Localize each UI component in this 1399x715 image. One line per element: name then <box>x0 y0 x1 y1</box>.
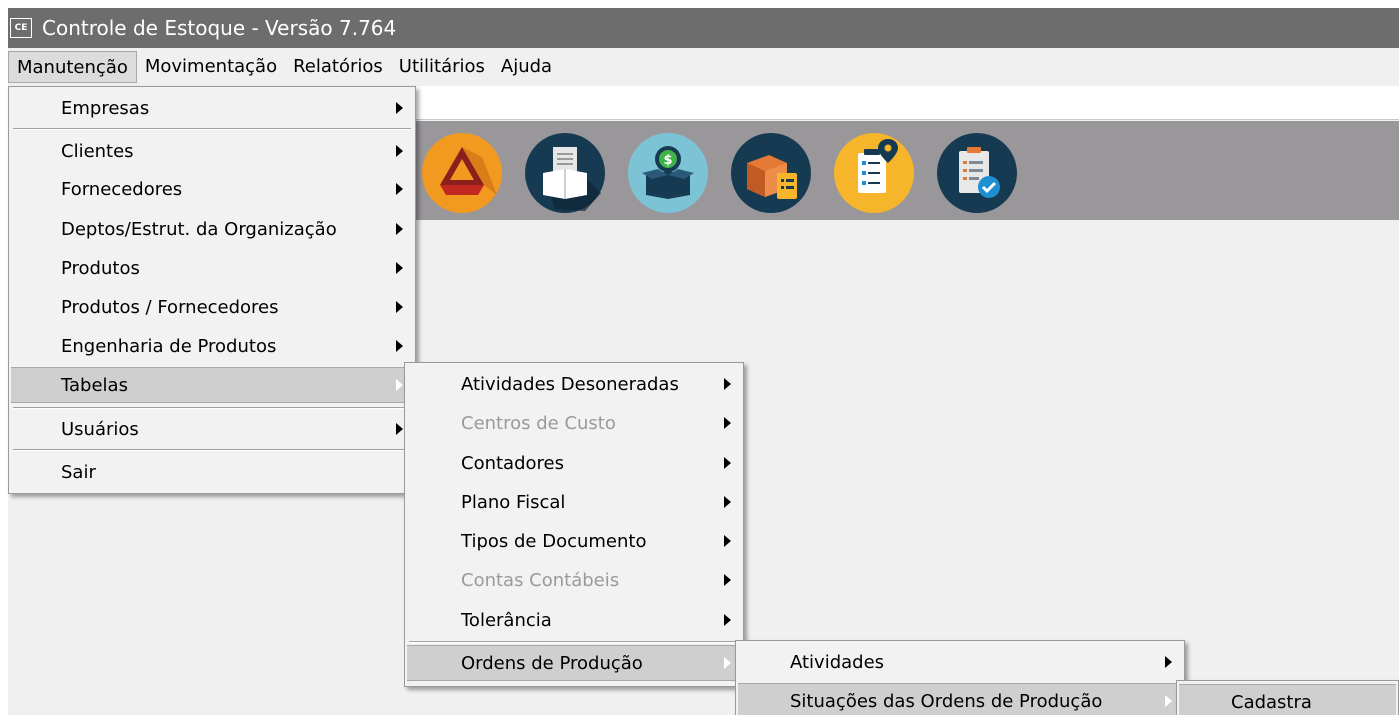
menu-item-tolerancia[interactable]: Tolerância <box>407 602 741 638</box>
menu-item-contas-contabeis[interactable]: Contas Contábeis <box>407 562 741 598</box>
checklist-ok-icon[interactable] <box>937 133 1017 213</box>
submenu-arrow-icon <box>724 614 731 626</box>
drive-icon[interactable] <box>422 133 502 213</box>
menu-item-situacoes-ordens[interactable]: Situações das Ordens de Produção <box>738 683 1182 715</box>
menu-item-engenharia-produtos[interactable]: Engenharia de Produtos <box>11 328 413 364</box>
submenu-arrow-icon <box>396 379 403 391</box>
submenu-arrow-icon <box>724 535 731 547</box>
submenu-arrow-icon <box>396 340 403 352</box>
menu-relatorios[interactable]: Relatórios <box>285 51 391 83</box>
menu-item-ordens-producao[interactable]: Ordens de Produção <box>407 645 741 681</box>
menu-item-produtos[interactable]: Produtos <box>11 250 413 286</box>
menu-item-usuarios[interactable]: Usuários <box>11 411 413 447</box>
window-frame-left <box>0 0 8 715</box>
menu-separator <box>13 128 411 130</box>
submenu-arrow-icon <box>1165 695 1172 707</box>
submenu-arrow-icon <box>724 417 731 429</box>
menu-item-atividades[interactable]: Atividades <box>738 644 1182 680</box>
document-box-icon[interactable] <box>525 133 605 213</box>
menu-utilitarios[interactable]: Utilitários <box>391 51 493 83</box>
menu-item-sair[interactable]: Sair <box>11 454 413 490</box>
menu-item-tabelas[interactable]: Tabelas <box>11 367 413 403</box>
submenu-arrow-icon <box>724 378 731 390</box>
title-bar: CE Controle de Estoque - Versão 7.764 <box>8 8 1399 48</box>
submenu-arrow-icon <box>396 102 403 114</box>
submenu-arrow-icon <box>1165 656 1172 668</box>
menu-item-fornecedores[interactable]: Fornecedores <box>11 171 413 207</box>
menu-bar: Manutenção Movimentação Relatórios Utili… <box>8 48 1399 86</box>
submenu-arrow-icon <box>724 457 731 469</box>
menu-ajuda[interactable]: Ajuda <box>493 51 560 83</box>
box-checklist-icon[interactable] <box>731 133 811 213</box>
menu-separator <box>13 449 411 451</box>
menu-manutencao[interactable]: Manutenção <box>8 51 137 83</box>
window-title: Controle de Estoque - Versão 7.764 <box>42 16 397 40</box>
submenu-arrow-icon <box>396 262 403 274</box>
menu-ordens-producao-submenu: Atividades Situações das Ordens de Produ… <box>735 640 1185 715</box>
submenu-arrow-icon <box>396 223 403 235</box>
submenu-arrow-icon <box>396 423 403 435</box>
menu-manutencao-dropdown: Empresas Clientes Fornecedores Deptos/Es… <box>8 86 416 494</box>
menu-movimentacao[interactable]: Movimentação <box>137 51 285 83</box>
menu-item-produtos-fornecedores[interactable]: Produtos / Fornecedores <box>11 289 413 325</box>
location-checklist-icon[interactable] <box>834 133 914 213</box>
window-frame-top <box>0 0 1399 8</box>
menu-separator <box>409 641 739 643</box>
menu-item-deptos[interactable]: Deptos/Estrut. da Organização <box>11 211 413 247</box>
svg-text:$: $ <box>663 153 672 168</box>
submenu-arrow-icon <box>724 657 731 669</box>
menu-situacoes-submenu: Cadastra <box>1176 680 1399 715</box>
menu-item-tipos-documento[interactable]: Tipos de Documento <box>407 523 741 559</box>
money-box-icon[interactable]: $ <box>628 133 708 213</box>
menu-item-atividades-desoneradas[interactable]: Atividades Desoneradas <box>407 366 741 402</box>
submenu-arrow-icon <box>396 183 403 195</box>
menu-item-cadastra[interactable]: Cadastra <box>1179 684 1396 715</box>
submenu-arrow-icon <box>396 145 403 157</box>
menu-item-clientes[interactable]: Clientes <box>11 133 413 169</box>
menu-item-plano-fiscal[interactable]: Plano Fiscal <box>407 484 741 520</box>
menu-separator <box>13 407 411 409</box>
menu-item-empresas[interactable]: Empresas <box>11 90 413 126</box>
menu-item-centros-custo[interactable]: Centros de Custo <box>407 405 741 441</box>
submenu-arrow-icon <box>396 301 403 313</box>
submenu-arrow-icon <box>724 574 731 586</box>
menu-item-contadores[interactable]: Contadores <box>407 445 741 481</box>
submenu-arrow-icon <box>724 496 731 508</box>
menu-tabelas-submenu: Atividades Desoneradas Centros de Custo … <box>404 362 744 687</box>
app-icon: CE <box>10 18 32 38</box>
